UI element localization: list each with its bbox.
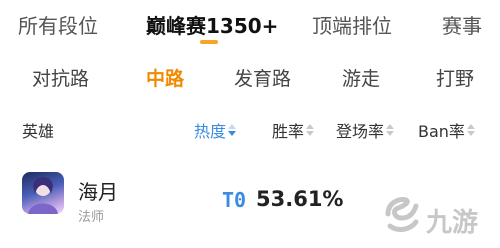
- nine-game-logo-icon: [385, 197, 419, 232]
- tab-top-ranked[interactable]: 顶端排位: [312, 10, 392, 39]
- hero-name: 海月: [78, 180, 118, 204]
- rank-tabs: 所有段位 巅峰赛1350+ 顶端排位 赛事: [0, 0, 500, 48]
- lane-jungle[interactable]: 打野: [436, 64, 474, 91]
- column-hero: 英雄: [22, 122, 55, 141]
- watermark-text: 九游: [426, 208, 479, 238]
- lane-mid[interactable]: 中路: [146, 64, 184, 91]
- sort-desc-icon: [228, 124, 237, 136]
- tab-all-ranks[interactable]: 所有段位: [18, 10, 98, 39]
- lane-filters: 对抗路 中路 发育路 游走 打野: [0, 56, 500, 100]
- hero-winrate: 53.61%: [256, 187, 344, 211]
- lane-top[interactable]: 对抗路: [32, 64, 89, 91]
- column-banrate[interactable]: Ban率: [418, 118, 475, 142]
- column-pickrate[interactable]: 登场率: [336, 118, 395, 142]
- column-winrate[interactable]: 胜率: [272, 118, 315, 142]
- lane-bot[interactable]: 发育路: [234, 64, 291, 91]
- hero-role: 法师: [78, 210, 105, 225]
- table-header: 英雄 热度 胜率 登场率 Ban率: [0, 112, 500, 148]
- watermark-logo: 九游: [380, 192, 490, 242]
- tab-tournament[interactable]: 赛事: [442, 10, 482, 39]
- lane-roam[interactable]: 游走: [342, 64, 380, 91]
- hero-avatar: [22, 172, 64, 214]
- active-tab-indicator: [200, 40, 218, 44]
- sort-icon: [386, 124, 395, 136]
- sort-icon: [466, 124, 475, 136]
- column-heat[interactable]: 热度: [194, 118, 237, 142]
- hero-tier: T0: [222, 188, 247, 212]
- sort-icon: [306, 124, 315, 136]
- tab-peak-1350[interactable]: 巅峰赛1350+: [146, 10, 278, 39]
